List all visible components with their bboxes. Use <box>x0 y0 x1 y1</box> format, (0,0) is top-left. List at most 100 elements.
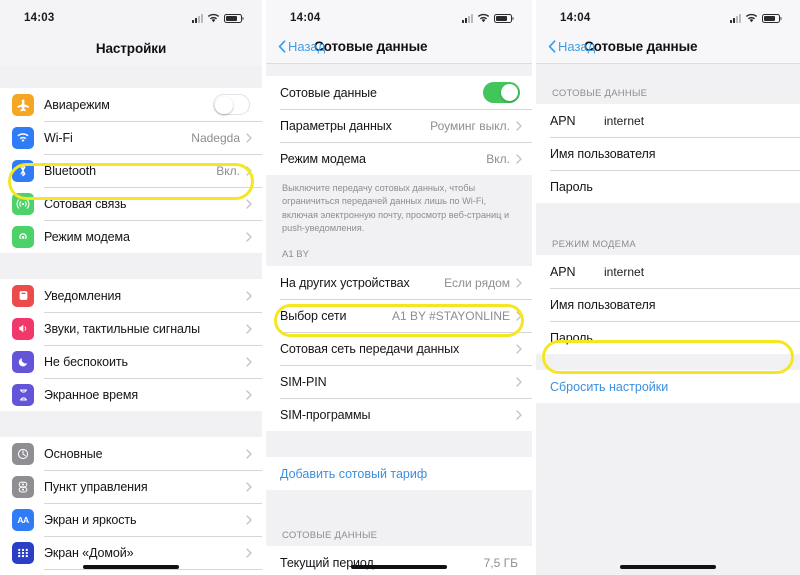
row-label: SIM-программы <box>280 407 371 422</box>
apn-settings-list[interactable]: СОТОВЫЕ ДАННЫЕ APN internet Имя пользова… <box>536 64 800 575</box>
row-label: Имя пользователя <box>550 146 656 161</box>
settings-row-label: Режим модема <box>44 229 130 244</box>
apn-cellular-group: APN internet Имя пользователя Пароль <box>536 104 800 203</box>
row-sim-pin[interactable]: SIM-PIN <box>266 365 532 399</box>
add-plan-group: Добавить сотовый тариф <box>266 457 532 491</box>
airplane-icon <box>12 93 34 116</box>
hourglass-icon <box>12 383 34 406</box>
row-password[interactable]: Пароль <box>536 170 800 203</box>
hotspot-icon <box>12 225 34 248</box>
chevron-right-icon <box>246 198 252 209</box>
settings-row-airplane[interactable]: Авиарежим <box>0 88 262 121</box>
settings-row-label: Авиарежим <box>44 97 110 112</box>
chevron-right-icon <box>516 278 522 288</box>
row-label: Режим модема <box>280 151 366 166</box>
row-other-devices[interactable]: На других устройствах Если рядом <box>266 266 532 300</box>
cellular-signal-icon <box>192 13 203 23</box>
settings-row-value: Nadegda <box>191 130 240 145</box>
list-top-spacer <box>266 64 532 76</box>
chevron-right-icon <box>246 547 252 558</box>
carrier-options-group: На других устройствах Если рядом Выбор с… <box>266 266 532 432</box>
group-spacer-1 <box>0 253 262 279</box>
row-sim-applications[interactable]: SIM-программы <box>266 398 532 432</box>
reset-group: Сбросить настройки <box>536 370 800 403</box>
settings-row-control-center[interactable]: Пункт управления <box>0 470 262 503</box>
cellular-settings-list[interactable]: Сотовые данные Параметры данных Роуминг … <box>266 64 532 575</box>
row-username-hotspot[interactable]: Имя пользователя <box>536 288 800 321</box>
settings-row-accessibility[interactable]: Универсальный доступ <box>0 569 262 575</box>
settings-row-label: Основные <box>44 446 103 461</box>
apn-group-spacer <box>536 203 800 229</box>
settings-row-label: Bluetooth <box>44 163 96 178</box>
row-apn[interactable]: APN internet <box>536 104 800 137</box>
back-button-label: Назад <box>558 39 596 54</box>
settings-row-display[interactable]: AA Экран и яркость <box>0 503 262 536</box>
row-add-cellular-plan[interactable]: Добавить сотовый тариф <box>266 457 532 491</box>
settings-row-wifi[interactable]: Wi-Fi Nadegda <box>0 121 262 154</box>
apn-section2-header: РЕЖИМ МОДЕМА <box>536 229 800 255</box>
back-button[interactable]: Назад <box>276 39 325 54</box>
row-cellular-data[interactable]: Сотовые данные <box>266 76 532 109</box>
cellular-icon <box>12 192 34 215</box>
settings-row-sounds[interactable]: Звуки, тактильные сигналы <box>0 312 262 345</box>
settings-row-label: Уведомления <box>44 288 122 303</box>
row-apn-hotspot[interactable]: APN internet <box>536 255 800 288</box>
usage-section-header: СОТОВЫЕ ДАННЫЕ <box>266 520 532 547</box>
settings-row-hotspot[interactable]: Режим модема <box>0 220 262 253</box>
battery-icon <box>494 13 514 23</box>
settings-row-notifications[interactable]: Уведомления <box>0 279 262 312</box>
back-button[interactable]: Назад <box>546 39 595 54</box>
battery-icon <box>762 13 782 23</box>
gear-icon <box>12 442 34 465</box>
row-password-hotspot[interactable]: Пароль <box>536 321 800 354</box>
settings-row-value: Вкл. <box>216 163 240 178</box>
status-clock: 14:03 <box>24 12 55 24</box>
row-current-period[interactable]: Текущий период 7,5 ГБ <box>266 546 532 575</box>
row-cellular-data-network[interactable]: Сотовая сеть передачи данных <box>266 332 532 366</box>
nav-bar: Назад Сотовые данные <box>266 30 532 64</box>
settings-row-screen-time[interactable]: Экранное время <box>0 378 262 411</box>
settings-row-bluetooth[interactable]: Bluetooth Вкл. <box>0 154 262 187</box>
list-top-spacer <box>0 66 262 88</box>
wifi-icon <box>12 126 34 149</box>
settings-row-cellular[interactable]: Сотовая связь <box>0 187 262 220</box>
reset-settings-label: Сбросить настройки <box>550 379 669 394</box>
home-indicator <box>620 565 716 569</box>
add-plan-label: Добавить сотовый тариф <box>280 466 428 481</box>
row-personal-hotspot[interactable]: Режим модема Вкл. <box>266 142 532 175</box>
status-icons <box>192 13 244 23</box>
home-indicator <box>351 565 447 569</box>
list-top-spacer <box>536 64 800 78</box>
row-label: На других устройствах <box>280 275 410 290</box>
group-spacer-4 <box>266 490 532 521</box>
airplane-mode-toggle[interactable] <box>213 94 250 115</box>
home-screen-icon <box>12 541 34 564</box>
row-label: Имя пользователя <box>550 297 656 312</box>
settings-row-do-not-disturb[interactable]: Не беспокоить <box>0 345 262 378</box>
cellular-data-toggle[interactable] <box>483 82 520 103</box>
row-label: Сотовые данные <box>280 85 377 100</box>
chevron-right-icon <box>246 514 252 525</box>
apn-bottom-fill <box>536 403 800 575</box>
bluetooth-icon <box>12 159 34 182</box>
row-data-options[interactable]: Параметры данных Роуминг выкл. <box>266 109 532 142</box>
page-title: Сотовые данные <box>314 39 428 54</box>
row-username[interactable]: Имя пользователя <box>536 137 800 170</box>
battery-icon <box>224 13 244 23</box>
settings-list[interactable]: Авиарежим Wi-Fi Nadegda Bluetooth Вкл. С… <box>0 66 262 575</box>
row-label: Выбор сети <box>280 308 347 323</box>
chevron-right-icon <box>246 389 252 400</box>
apn-hotspot-group: APN internet Имя пользователя Пароль <box>536 255 800 354</box>
cellular-toggle-group: Сотовые данные Параметры данных Роуминг … <box>266 76 532 175</box>
moon-icon <box>12 350 34 373</box>
chevron-right-icon <box>516 377 522 387</box>
settings-row-general[interactable]: Основные <box>0 437 262 470</box>
status-bar: 14:03 <box>0 0 262 30</box>
home-indicator <box>83 565 179 569</box>
row-reset-settings[interactable]: Сбросить настройки <box>536 370 800 403</box>
nav-bar: Настройки <box>0 30 262 66</box>
settings-group-system: Основные Пункт управления AA Экран и ярк… <box>0 437 262 575</box>
row-network-selection[interactable]: Выбор сети A1 BY #STAYONLINE <box>266 299 532 333</box>
chevron-left-icon <box>548 40 556 53</box>
group-spacer-2 <box>0 411 262 437</box>
